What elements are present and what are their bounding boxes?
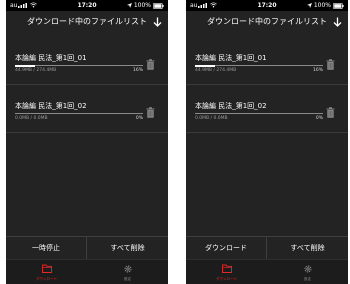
tab-settings-label: 設定 (304, 277, 311, 281)
item-title: 本論編 民法_第1回_02 (15, 102, 87, 110)
action-bar: ダウンロード すべて削除 (186, 236, 348, 259)
folder-icon (222, 264, 232, 273)
item-title: 本論編 民法_第1回_01 (195, 54, 267, 62)
location-icon (126, 3, 132, 8)
status-bar: au 17:20 100% (6, 0, 168, 11)
location-icon (306, 3, 312, 8)
action-bar: 一時停止 すべて削除 (6, 236, 168, 259)
battery-percent: 100% (313, 2, 331, 9)
progress-fill (15, 64, 36, 67)
progress-bar (15, 113, 143, 114)
item-percent: 0% (315, 116, 323, 121)
trash-icon[interactable] (326, 107, 335, 118)
item-size: 0.0MB / 0.0MB (195, 116, 228, 121)
page-header: ダウンロード中のファイルリスト (6, 11, 168, 33)
download-list-item[interactable]: 本論編 民法_第1回_01 44.9MB / 274.4MB 16% (186, 46, 348, 85)
arrow-down-icon[interactable] (153, 17, 162, 27)
page-header: ダウンロード中のファイルリスト (186, 11, 348, 33)
battery-icon (153, 2, 164, 9)
progress-bar (195, 64, 323, 67)
gear-icon (304, 265, 312, 273)
item-percent: 0% (135, 116, 143, 121)
download-button[interactable]: ダウンロード (186, 237, 267, 259)
tab-settings[interactable]: 設定 (267, 260, 348, 284)
battery-icon (333, 2, 344, 9)
tab-download[interactable]: ダウンロード (186, 260, 267, 284)
delete-all-button[interactable]: すべて削除 (267, 237, 348, 259)
download-list-item[interactable]: 本論編 民法_第1回_02 0.0MB / 0.0MB 0% (186, 94, 348, 133)
trash-icon[interactable] (146, 107, 155, 118)
battery-percent: 100% (133, 2, 151, 9)
item-percent: 16% (312, 68, 323, 73)
folder-icon (42, 264, 52, 273)
tab-bar: ダウンロード 設定 (6, 259, 168, 284)
tab-download-label: ダウンロード (36, 277, 57, 281)
page-title: ダウンロード中のファイルリスト (207, 17, 327, 26)
tab-settings-label: 設定 (124, 277, 131, 281)
phone-screen-stopped-state: au 17:20 100% ダウンロード中のファイルリスト 本論編 民法_第1回… (186, 0, 348, 284)
tab-download-label: ダウンロード (216, 277, 237, 281)
item-size: 0.0MB / 0.0MB (15, 116, 48, 121)
item-title: 本論編 民法_第1回_02 (195, 102, 267, 110)
tab-bar: ダウンロード 設定 (186, 259, 348, 284)
pause-button[interactable]: 一時停止 (6, 237, 87, 259)
delete-all-button[interactable]: すべて削除 (87, 237, 168, 259)
trash-icon[interactable] (326, 59, 335, 70)
page-title: ダウンロード中のファイルリスト (27, 17, 147, 26)
progress-bar (195, 113, 323, 114)
tab-download[interactable]: ダウンロード (6, 260, 87, 284)
tab-settings[interactable]: 設定 (87, 260, 168, 284)
gear-icon (124, 265, 132, 273)
item-percent: 16% (132, 68, 143, 73)
item-title: 本論編 民法_第1回_01 (15, 54, 87, 62)
progress-fill (195, 64, 216, 67)
item-size: 44.9MB / 274.4MB (15, 68, 57, 73)
phone-screen-paused-state: au 17:20 100% ダウンロード中のファイルリスト 本論編 民法_第1回… (6, 0, 168, 284)
download-list-item[interactable]: 本論編 民法_第1回_02 0.0MB / 0.0MB 0% (6, 94, 168, 133)
progress-bar (15, 64, 143, 67)
arrow-down-icon[interactable] (333, 17, 342, 27)
download-list-item[interactable]: 本論編 民法_第1回_01 44.9MB / 274.4MB 16% (6, 46, 168, 85)
status-bar: au 17:20 100% (186, 0, 348, 11)
item-size: 44.9MB / 274.4MB (195, 68, 237, 73)
trash-icon[interactable] (146, 59, 155, 70)
